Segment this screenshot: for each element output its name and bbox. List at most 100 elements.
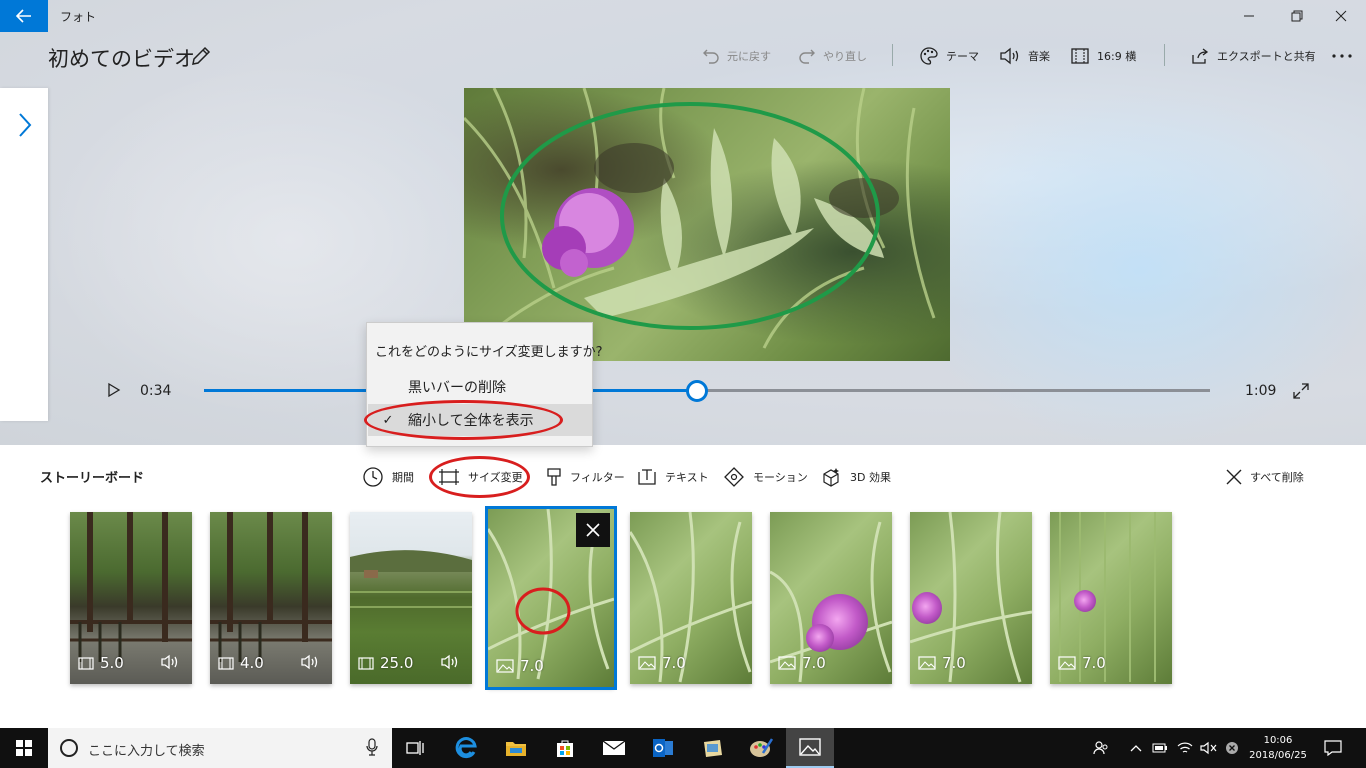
project-title[interactable]: 初めてのビデオ (48, 43, 195, 73)
taskbar: ここに入力して検索 10:06 2018/06/25 (0, 728, 1366, 768)
remove-clip-button[interactable] (576, 513, 610, 547)
resize-option-label: 縮小して全体を表示 (408, 413, 534, 429)
more-options-button[interactable] (1331, 44, 1353, 68)
chevron-right-icon[interactable] (14, 112, 34, 138)
delete-all-button[interactable]: すべて削除 (1226, 465, 1304, 489)
photos-icon (799, 738, 821, 756)
close-button[interactable] (1318, 0, 1364, 32)
clip-duration: 5.0 (78, 654, 124, 672)
storyboard-clip[interactable]: 7.0 (1050, 512, 1172, 684)
motion-button[interactable]: モーション (723, 465, 808, 489)
restore-icon (1291, 10, 1303, 22)
resize-option-label: 黒いバーの削除 (408, 380, 506, 396)
resize-button[interactable]: サイズ変更 (438, 465, 523, 489)
video-preview[interactable] (464, 88, 950, 361)
outlook-app[interactable] (639, 728, 687, 768)
taskbar-clock[interactable]: 10:06 2018/06/25 (1246, 733, 1310, 763)
storyboard-clip[interactable]: 7.0 (630, 512, 752, 684)
motion-label: モーション (753, 471, 808, 484)
aspect-ratio-button[interactable]: 16:9 横 (1070, 44, 1136, 68)
theme-label: テーマ (946, 50, 979, 63)
paint-app[interactable] (737, 728, 785, 768)
library-side-panel[interactable] (0, 88, 48, 421)
delete-all-label: すべて削除 (1250, 471, 1304, 484)
battery-indicator[interactable] (1150, 728, 1170, 768)
action-center-button[interactable] (1318, 728, 1348, 768)
redo-icon (799, 49, 815, 64)
search-placeholder: ここに入力して検索 (88, 744, 205, 759)
export-share-button[interactable]: エクスポートと共有 (1190, 44, 1316, 68)
undo-button[interactable]: 元に戻す (702, 44, 771, 68)
resize-menu-question: これをどのようにサイズ変更しますか? (375, 345, 603, 360)
brush-icon (547, 468, 561, 486)
flower-image (806, 624, 834, 652)
seek-bar-thumb[interactable] (685, 380, 708, 402)
speaker-icon[interactable] (440, 654, 460, 670)
play-button[interactable] (107, 382, 121, 402)
battery-icon (1152, 743, 1167, 753)
speaker-icon[interactable] (160, 654, 180, 670)
photo-viewer-app[interactable] (688, 728, 736, 768)
file-explorer-app[interactable] (492, 728, 540, 768)
store-app[interactable] (541, 728, 589, 768)
total-time: 1:09 (1245, 383, 1277, 399)
filter-label: フィルター (570, 471, 625, 484)
aspect-ratio-icon (1071, 48, 1089, 64)
storyboard-clip-selected[interactable]: 7.0 (485, 506, 617, 690)
edge-icon (455, 737, 477, 759)
show-hidden-icons-button[interactable] (1126, 728, 1146, 768)
clock-date: 2018/06/25 (1249, 750, 1307, 761)
image-clip-icon (638, 656, 656, 670)
palette-icon (920, 47, 938, 65)
storyboard-clip[interactable]: 25.0 (350, 512, 472, 684)
taskbar-search[interactable]: ここに入力して検索 (48, 728, 392, 768)
theme-button[interactable]: テーマ (919, 44, 979, 68)
fullscreen-button[interactable] (1293, 383, 1309, 403)
minimize-button[interactable] (1226, 0, 1272, 32)
volume-indicator[interactable] (1198, 728, 1220, 768)
clip-duration-value: 4.0 (240, 654, 264, 672)
edge-app[interactable] (442, 728, 490, 768)
resize-label: サイズ変更 (468, 471, 523, 484)
storyboard-clip[interactable]: 4.0 (210, 512, 332, 684)
photos-app[interactable] (786, 728, 834, 768)
preview-image (464, 88, 936, 349)
resize-option-shrink-to-fit[interactable]: ✓ 縮小して全体を表示 (368, 404, 592, 436)
more-icon (1332, 54, 1352, 58)
duration-button[interactable]: 期間 (362, 465, 414, 489)
notification-status[interactable] (1222, 728, 1242, 768)
play-icon (108, 382, 121, 398)
restore-button[interactable] (1274, 0, 1320, 32)
music-button[interactable]: 音楽 (999, 44, 1050, 68)
people-icon (1093, 741, 1108, 755)
resize-option-remove-black-bars[interactable]: 黒いバーの削除 (368, 371, 592, 403)
resize-icon (439, 469, 459, 485)
back-button[interactable] (0, 0, 48, 32)
storyboard-clip[interactable]: 7.0 (770, 512, 892, 684)
people-button[interactable] (1088, 728, 1114, 768)
mail-app[interactable] (590, 728, 638, 768)
close-icon (1226, 469, 1242, 485)
start-button[interactable] (0, 728, 48, 768)
video-clip-icon (218, 656, 234, 670)
3d-effects-button[interactable]: 3D 効果 (820, 465, 891, 489)
text-button[interactable]: テキスト (637, 465, 709, 489)
flower-image (1074, 590, 1096, 612)
cortana-icon (60, 739, 78, 757)
task-view-button[interactable] (392, 728, 440, 768)
video-clip-icon (358, 656, 374, 670)
network-indicator[interactable] (1174, 728, 1196, 768)
windows-logo-icon (16, 740, 32, 756)
close-circle-icon (1226, 742, 1238, 754)
storyboard-clip[interactable]: 5.0 (70, 512, 192, 684)
text-icon (638, 469, 656, 485)
filter-button[interactable]: フィルター (546, 465, 625, 489)
redo-button[interactable]: やり直し (798, 44, 867, 68)
aspect-ratio-label: 16:9 横 (1097, 50, 1137, 63)
pencil-icon[interactable] (190, 45, 212, 71)
3d-effects-label: 3D 効果 (850, 471, 891, 484)
microphone-icon[interactable] (366, 738, 378, 756)
speaker-icon[interactable] (300, 654, 320, 670)
storyboard-clip[interactable]: 7.0 (910, 512, 1032, 684)
wifi-icon (1177, 742, 1193, 753)
